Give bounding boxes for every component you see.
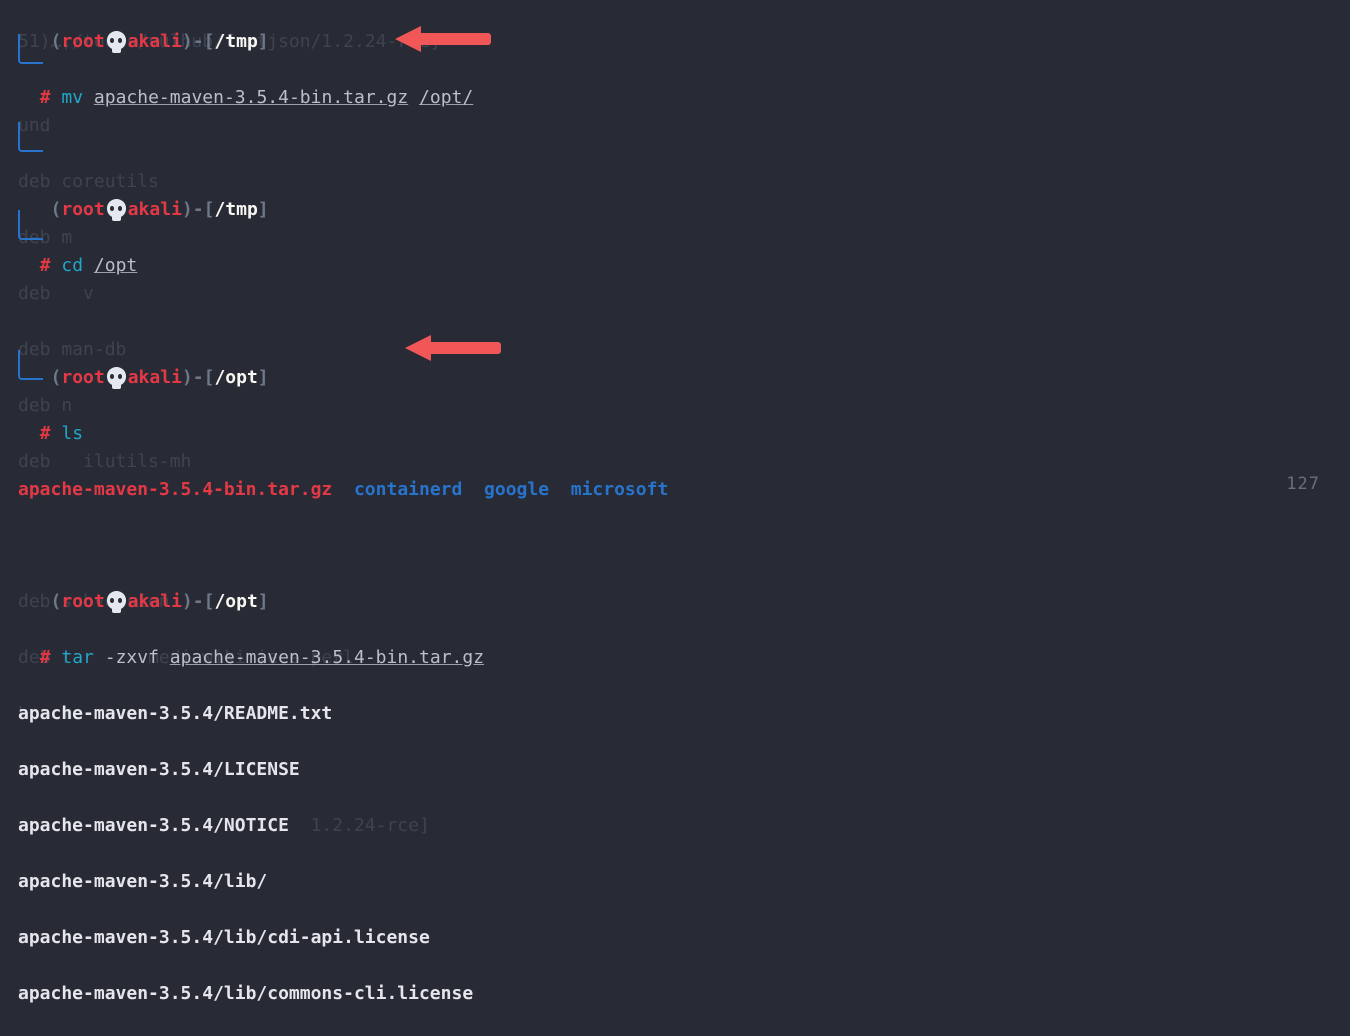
skull-icon [107, 591, 126, 610]
terminal-line: # tar -zxvf apache-maven-3.5.4-bin.tar.g… [18, 644, 668, 672]
prompt-path: /tmp [214, 31, 257, 52]
ls-dir: containerd [354, 479, 462, 500]
prompt-user: root [61, 199, 104, 220]
command: ls [61, 423, 83, 444]
ls-file: apache-maven-3.5.4-bin.tar.gz [18, 479, 332, 500]
prompt-path: /opt [214, 591, 257, 612]
terminal-line: (rootakali)-[/tmp] [18, 196, 668, 224]
ls-dir: microsoft [571, 479, 669, 500]
prompt-user: root [61, 591, 104, 612]
command-arg: apache-maven-3.5.4-bin.tar.gz [170, 647, 484, 668]
arrow-left-icon [405, 335, 501, 361]
terminal-line: (rootakali)-[/tmp] [18, 28, 668, 56]
spacer [18, 532, 668, 560]
page-number: 127 [1286, 470, 1320, 498]
terminal-line: apache-maven-3.5.4/lib/cdi-api.license [18, 924, 668, 952]
command-opt: -zxvf [105, 647, 159, 668]
tar-output: apache-maven-3.5.4/NOTICE [18, 815, 289, 836]
terminal-line: # cd /opt [18, 252, 668, 280]
prompt-host: akali [128, 31, 182, 52]
terminal-line: # ls [18, 420, 668, 448]
spacer [18, 140, 668, 168]
arrow-left-icon [395, 26, 491, 52]
terminal-line: apache-maven-3.5.4-bin.tar.gz containerd… [18, 476, 668, 504]
prompt-user: root [61, 31, 104, 52]
prompt-hash: # [40, 255, 51, 276]
terminal-line: apache-maven-3.5.4/lib/commons-cli.licen… [18, 980, 668, 1008]
skull-icon [107, 199, 126, 218]
command: cd [61, 255, 83, 276]
prompt-user: root [61, 367, 104, 388]
terminal-line: apache-maven-3.5.4/lib/ [18, 868, 668, 896]
prompt-hash: # [40, 647, 51, 668]
command-arg: /opt/ [419, 87, 473, 108]
prompt-hash: # [40, 423, 51, 444]
skull-icon [107, 31, 126, 50]
command: mv [61, 87, 83, 108]
prompt-host: akali [128, 591, 182, 612]
terminal-line: (rootakali)-[/opt] [18, 588, 668, 616]
prompt-path: /tmp [214, 199, 257, 220]
prompt-host: akali [128, 367, 182, 388]
tar-output: apache-maven-3.5.4/README.txt [18, 703, 332, 724]
ls-dir: google [484, 479, 549, 500]
prompt-path: /opt [214, 367, 257, 388]
skull-icon [107, 367, 126, 386]
command-arg: apache-maven-3.5.4-bin.tar.gz [94, 87, 408, 108]
spacer [18, 308, 668, 336]
terminal-line: # mv apache-maven-3.5.4-bin.tar.gz /opt/ [18, 84, 668, 112]
terminal-foreground[interactable]: (rootakali)-[/tmp] # mv apache-maven-3.5… [18, 0, 668, 1036]
terminal-line: apache-maven-3.5.4/NOTICE [18, 812, 668, 840]
prompt-hash: # [40, 87, 51, 108]
terminal-line: apache-maven-3.5.4/README.txt [18, 700, 668, 728]
command-arg: /opt [94, 255, 137, 276]
tar-output: apache-maven-3.5.4/lib/commons-cli.licen… [18, 983, 473, 1004]
terminal-line: apache-maven-3.5.4/LICENSE [18, 756, 668, 784]
prompt-host: akali [128, 199, 182, 220]
terminal-line: (rootakali)-[/opt] [18, 364, 668, 392]
tar-output: apache-maven-3.5.4/LICENSE [18, 759, 300, 780]
command: tar [61, 647, 94, 668]
tar-output: apache-maven-3.5.4/lib/ [18, 871, 267, 892]
tar-output: apache-maven-3.5.4/lib/cdi-api.license [18, 927, 430, 948]
